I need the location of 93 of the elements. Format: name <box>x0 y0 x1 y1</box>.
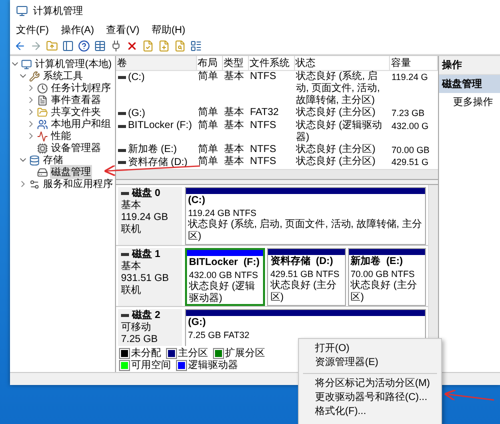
table-cell: 70.00 GB <box>392 144 430 154</box>
table-cell: 7.23 GB <box>392 108 425 118</box>
column-header[interactable]: 布局 <box>196 56 222 70</box>
table-cell: 基本 <box>224 71 244 82</box>
tree-item[interactable]: 事件查看器 <box>50 93 102 107</box>
tree-item[interactable]: 磁盘管理 <box>50 165 92 179</box>
partition-status: 状态良好 (逻辑驱动器) <box>189 280 256 304</box>
partition-size: 432.00 GB NTFS <box>189 268 260 280</box>
table-cell: (G:) <box>128 108 146 120</box>
table-cell: 429.51 G <box>392 157 429 167</box>
partition-name: (C:) <box>188 194 206 206</box>
disk-type: 基本 <box>121 260 142 272</box>
disk-name: 磁盘 1 <box>132 248 160 260</box>
table-cell: NTFS <box>250 144 276 154</box>
tree-item[interactable]: 本地用户和组 <box>50 117 112 131</box>
table-cell: NTFS <box>250 71 276 82</box>
table-cell: 简单 <box>198 71 218 82</box>
legend-label: 逻辑驱动器 <box>188 358 238 372</box>
partition-status: 状态良好 (主分区) <box>350 280 418 304</box>
disk-name: 磁盘 2 <box>132 310 160 322</box>
disk-size: 7.25 GB <box>121 334 159 346</box>
column-header[interactable]: 类型 <box>222 56 248 70</box>
menu-item[interactable]: 查看(V) <box>106 23 140 37</box>
table-cell: 简单 <box>198 156 218 167</box>
partition-block[interactable]: BITLocker (F:) 432.00 GB NTFS 状态良好 (逻辑驱动器) <box>185 248 266 306</box>
actions-section[interactable]: 磁盘管理 <box>439 75 500 93</box>
legend-label: 未分配 <box>131 346 161 360</box>
partition-size: 70.00 GB NTFS <box>350 268 416 280</box>
disk-size: 931.51 GB <box>121 272 170 284</box>
table-cell: 基本 <box>224 156 244 167</box>
partition-status: 状态良好 (主分区) <box>270 280 338 304</box>
action-link[interactable]: 更多操作 <box>439 93 500 111</box>
table-cell: 119.24 G <box>392 72 428 82</box>
tree-item[interactable]: 计算机管理(本地) <box>34 57 113 71</box>
partition-size: 429.51 GB NTFS <box>270 268 340 280</box>
table-cell: 基本 <box>224 144 244 154</box>
partition-name: BITLocker (F:) <box>189 256 261 268</box>
column-header[interactable]: 文件系统 <box>248 56 294 70</box>
partition-size: 119.24 GB NTFS <box>188 206 258 218</box>
partition-block[interactable]: 资料存储 (D:) 429.51 GB NTFS 状态良好 (主分区) <box>267 248 346 306</box>
legend-label: 可用空间 <box>131 358 171 372</box>
table-cell: 状态良好 (系统, 启动, 页面文件, 活动, 故障转储, 主分区) <box>296 71 380 106</box>
partition-block[interactable]: (C:) 119.24 GB NTFS 状态良好 (系统, 启动, 页面文件, 活动, 故障转储, 主分区) <box>185 186 426 244</box>
column-header[interactable]: 状态 <box>294 56 390 70</box>
table-cell: FAT32 <box>250 107 279 118</box>
table-cell: NTFS <box>250 120 276 130</box>
disk-status: 联机 <box>121 224 142 236</box>
menu-item[interactable]: 将分区标记为活动分区(M) <box>299 377 441 391</box>
menu-item[interactable]: 更改驱动器号和路径(C)... <box>299 391 441 405</box>
tree-item[interactable]: 性能 <box>50 129 72 143</box>
menu-item[interactable]: 格式化(F)... <box>299 405 441 419</box>
partition-name: 资料存储 (D:) <box>270 256 334 268</box>
legend-label: 主分区 <box>178 346 208 360</box>
tree-item[interactable]: 共享文件夹 <box>50 105 102 119</box>
table-cell: 基本 <box>224 120 244 130</box>
window-title: 计算机管理 <box>33 4 83 18</box>
tree-item[interactable]: 服务和应用程序 <box>42 177 114 191</box>
table-cell: NTFS <box>250 156 276 167</box>
partition-name: 新加卷 (E:) <box>350 256 404 268</box>
tree-item[interactable]: 存储 <box>42 153 64 167</box>
disk-status: 联机 <box>121 284 142 296</box>
table-cell: 状态良好 (主分区) <box>296 156 376 167</box>
tree-item[interactable]: 任务计划程序 <box>50 81 112 95</box>
disk-type: 可移动 <box>121 322 152 334</box>
tree-item[interactable]: 系统工具 <box>42 69 84 83</box>
table-cell: 简单 <box>198 120 218 130</box>
table-cell: 基本 <box>224 107 244 118</box>
disk-size: 119.24 GB <box>121 212 170 224</box>
table-cell: 432.00 G <box>392 120 429 130</box>
column-header[interactable]: 容量 <box>390 56 438 70</box>
tree-item[interactable]: 设备管理器 <box>50 141 102 155</box>
disk-name: 磁盘 0 <box>132 188 160 200</box>
column-header[interactable]: 卷 <box>116 56 196 70</box>
table-cell: 简单 <box>198 107 218 118</box>
actions-title: 操作 <box>439 56 500 75</box>
partition-status: 状态良好 (系统, 启动, 页面文件, 活动, 故障转储, 主分区) <box>188 218 423 242</box>
table-cell: 状态良好 (主分区) <box>296 144 376 154</box>
partition-size: 7.25 GB FAT32 <box>188 328 250 340</box>
menu-item[interactable]: 文件(F) <box>16 23 49 37</box>
menu-item[interactable]: 帮助(H) <box>151 23 186 37</box>
menu-item[interactable]: 资源管理器(E) <box>299 356 441 370</box>
table-cell: BITLocker (F:) <box>128 120 192 132</box>
table-cell: 资料存储 (D:) <box>128 156 188 168</box>
table-cell: 简单 <box>198 144 218 154</box>
table-cell: (C:) <box>128 72 145 84</box>
partition-block[interactable]: 新加卷 (E:) 70.00 GB NTFS 状态良好 (主分区) <box>348 248 426 306</box>
table-cell: 状态良好 (逻辑驱动器) <box>296 120 382 142</box>
legend-label: 扩展分区 <box>225 346 265 360</box>
table-cell: 新加卷 (E:) <box>128 144 177 156</box>
disk-type: 基本 <box>121 200 142 212</box>
table-cell: 状态良好 (主分区) <box>296 107 376 118</box>
menu-item[interactable]: 操作(A) <box>60 23 94 37</box>
partition-name: (G:) <box>188 316 207 328</box>
